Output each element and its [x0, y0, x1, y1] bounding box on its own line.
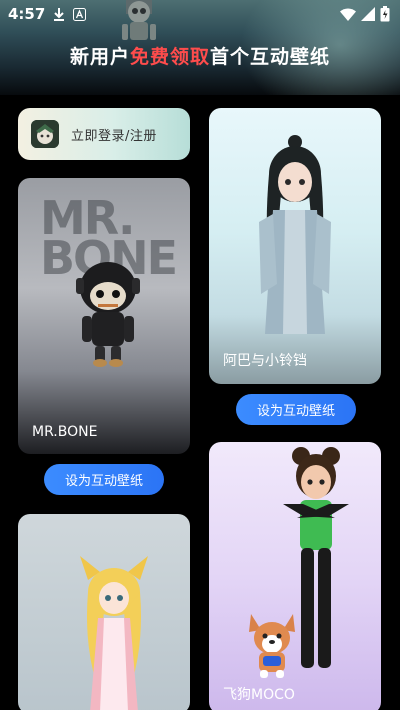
banner-title-suffix: 首个互动壁纸: [210, 46, 331, 68]
banner-title: 新用户免费领取首个互动壁纸: [0, 42, 400, 69]
header-banner: 4:57 新用户免费领取首个互动壁纸: [0, 0, 400, 95]
set-wallpaper-button-abao[interactable]: 设为互动壁纸: [236, 394, 356, 425]
banner-title-prefix: 新用户: [69, 46, 130, 68]
wallpaper-card-moco[interactable]: 飞狗MOCO: [209, 442, 381, 710]
app-a-icon: [73, 7, 87, 21]
abao-character: [259, 135, 331, 334]
app-logo-icon: [31, 120, 59, 148]
wallpaper-card-fox-girl[interactable]: [18, 514, 190, 710]
fox-girl-character: [80, 556, 148, 710]
set-wallpaper-button-mr-bone[interactable]: 设为互动壁纸: [44, 464, 164, 495]
battery-icon: [380, 6, 390, 22]
wallpaper-name-abao: 阿巴与小铃铛: [223, 353, 307, 369]
mr-bone-character: [76, 262, 140, 367]
wifi-icon: [340, 8, 356, 21]
download-icon: [53, 7, 65, 21]
banner-title-highlight: 免费领取: [129, 46, 210, 68]
wallpaper-card-abao[interactable]: 阿巴与小铃铛: [209, 108, 381, 384]
signal-icon: [361, 7, 375, 21]
wallpaper-name-mr-bone: MR.BONE: [32, 424, 98, 440]
wallpaper-name-moco: 飞狗MOCO: [223, 687, 295, 703]
login-register-label: 立即登录/注册: [71, 128, 157, 144]
status-bar: 4:57: [0, 0, 400, 28]
login-register-button[interactable]: 立即登录/注册: [18, 108, 190, 160]
corgi-dog-character: [249, 614, 295, 678]
wallpaper-card-mr-bone[interactable]: MR. BONE MR.BONE: [18, 178, 190, 454]
status-time: 4:57: [8, 5, 46, 23]
